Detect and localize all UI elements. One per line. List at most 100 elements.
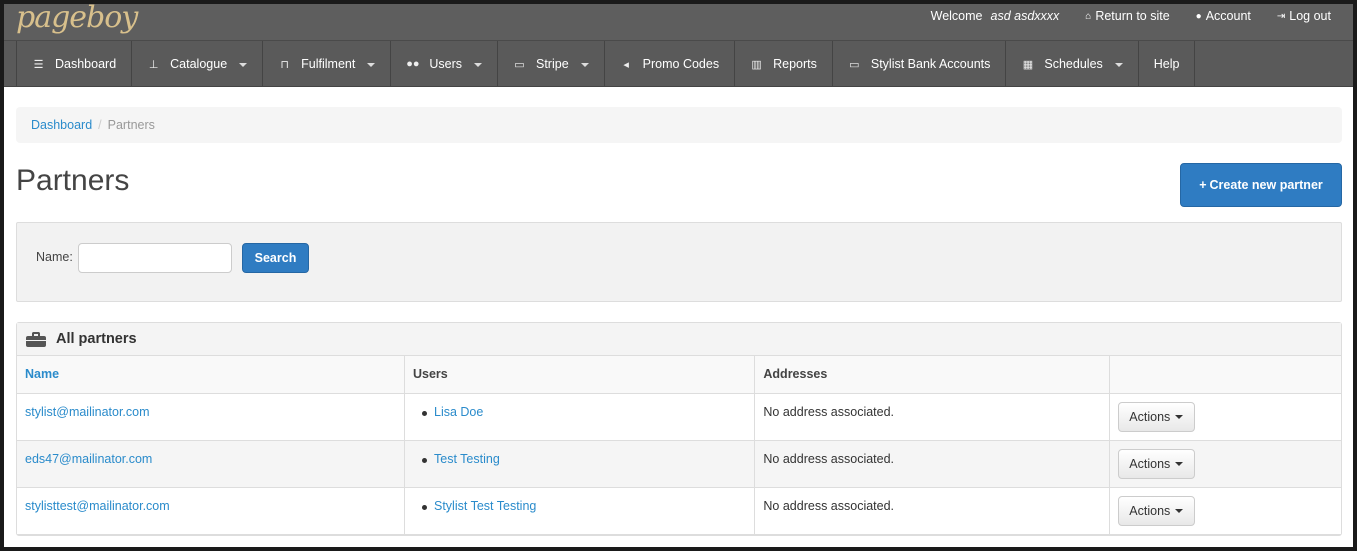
partner-name-link[interactable]: stylisttest@mailinator.com bbox=[25, 499, 170, 513]
logout-link[interactable]: ⇥ Log out bbox=[1277, 9, 1331, 23]
caret-down-icon bbox=[1175, 508, 1184, 513]
caret-down-icon bbox=[1175, 414, 1184, 419]
nav-item-stylist-bank-accounts[interactable]: ▭ Stylist Bank Accounts bbox=[833, 41, 1007, 87]
table-row: stylisttest@mailinator.com Stylist Test … bbox=[17, 487, 1341, 535]
users-list: Test Testing bbox=[413, 452, 746, 466]
partner-actions-cell: Actions bbox=[1109, 440, 1341, 488]
list-item: Test Testing bbox=[421, 452, 746, 466]
cart-icon: ⊓ bbox=[280, 58, 289, 71]
logout-icon: ⇥ bbox=[1276, 10, 1286, 22]
nav-label: Promo Codes bbox=[642, 57, 720, 71]
nav-item-users[interactable]: ●● Users bbox=[391, 41, 498, 87]
user-link[interactable]: Stylist Test Testing bbox=[434, 499, 536, 513]
nav-item-fulfilment[interactable]: ⊓ Fulfilment bbox=[263, 41, 392, 87]
partner-address-cell: No address associated. bbox=[754, 487, 1110, 535]
nav-label: Catalogue bbox=[170, 57, 228, 71]
users-list: Lisa Doe bbox=[413, 405, 746, 419]
top-bar: pageboy Welcome asd asdxxxx ⌂ Return to … bbox=[4, 4, 1353, 41]
nav-label: Stripe bbox=[536, 57, 569, 71]
all-partners-panel: All partners Name Users Addresses stylis… bbox=[16, 322, 1342, 536]
name-label: Name: bbox=[36, 250, 73, 264]
nav-item-stripe[interactable]: ▭ Stripe bbox=[498, 41, 605, 87]
partner-users-cell: Stylist Test Testing bbox=[404, 487, 756, 535]
nav-label: Fulfilment bbox=[301, 57, 356, 71]
nav-label: Help bbox=[1153, 57, 1180, 71]
create-button-label: Create new partner bbox=[1209, 178, 1323, 192]
partner-users-cell: Test Testing bbox=[404, 440, 756, 488]
actions-dropdown-button[interactable]: Actions bbox=[1117, 448, 1195, 479]
column-header-users: Users bbox=[404, 356, 756, 394]
actions-dropdown-button[interactable]: Actions bbox=[1117, 495, 1195, 526]
briefcase-icon bbox=[26, 331, 46, 347]
partner-name-cell: stylisttest@mailinator.com bbox=[17, 487, 405, 535]
browser-page: pageboy Welcome asd asdxxxx ⌂ Return to … bbox=[4, 4, 1353, 547]
welcome-prefix: Welcome bbox=[930, 9, 983, 23]
user-link[interactable]: Lisa Doe bbox=[434, 405, 483, 419]
return-to-site-label: Return to site bbox=[1095, 9, 1170, 23]
page-title: Partners bbox=[16, 164, 130, 197]
partner-actions-cell: Actions bbox=[1109, 487, 1341, 535]
calendar-icon: ▦ bbox=[1022, 58, 1034, 71]
table-row: eds47@mailinator.com Test Testing No add… bbox=[17, 440, 1341, 488]
breadcrumb-separator: / bbox=[98, 118, 102, 132]
sitemap-icon: ⊥ bbox=[148, 58, 159, 71]
actions-label: Actions bbox=[1129, 456, 1171, 471]
user-link[interactable]: Test Testing bbox=[434, 452, 500, 466]
nav-label: Users bbox=[429, 57, 462, 71]
pageboy-logo[interactable]: pageboy bbox=[16, 4, 138, 35]
actions-label: Actions bbox=[1129, 409, 1171, 424]
panel-heading: All partners bbox=[17, 323, 1341, 356]
column-header-addresses: Addresses bbox=[754, 356, 1110, 394]
nav-item-schedules[interactable]: ▦ Schedules bbox=[1006, 41, 1139, 87]
caret-down-icon bbox=[580, 63, 589, 67]
nav-item-catalogue[interactable]: ⊥ Catalogue bbox=[132, 41, 264, 87]
partner-name-link[interactable]: stylist@mailinator.com bbox=[25, 405, 150, 419]
bullhorn-icon: ◂ bbox=[623, 58, 629, 71]
caret-down-icon bbox=[1114, 63, 1123, 67]
return-to-site-link[interactable]: ⌂ Return to site bbox=[1085, 9, 1169, 23]
logout-label: Log out bbox=[1289, 9, 1331, 23]
partner-name-cell: stylist@mailinator.com bbox=[17, 393, 405, 441]
main-navbar: ☰ Dashboard ⊥ Catalogue ⊓ Fulfilment ●● … bbox=[4, 41, 1353, 87]
nav-item-dashboard[interactable]: ☰ Dashboard bbox=[17, 41, 133, 87]
partner-users-cell: Lisa Doe bbox=[404, 393, 756, 441]
nav-menu: ☰ Dashboard ⊥ Catalogue ⊓ Fulfilment ●● … bbox=[16, 41, 1196, 87]
partner-address-cell: No address associated. bbox=[754, 393, 1110, 441]
partners-table: Name Users Addresses stylist@mailinator.… bbox=[17, 356, 1341, 535]
top-links: Welcome asd asdxxxx ⌂ Return to site ● A… bbox=[931, 9, 1331, 23]
partner-actions-cell: Actions bbox=[1109, 393, 1341, 441]
users-icon: ●● bbox=[406, 58, 420, 70]
breadcrumb-current: Partners bbox=[107, 118, 155, 132]
nav-item-promo-codes[interactable]: ◂ Promo Codes bbox=[605, 41, 736, 87]
actions-label: Actions bbox=[1129, 503, 1171, 518]
list-item: Stylist Test Testing bbox=[421, 499, 746, 513]
user-icon: ● bbox=[1195, 10, 1202, 22]
nav-item-help[interactable]: Help bbox=[1139, 41, 1196, 87]
nav-label: Reports bbox=[773, 57, 817, 71]
table-header-row: Name Users Addresses bbox=[17, 356, 1341, 394]
search-panel: Name: Search bbox=[16, 222, 1342, 302]
breadcrumb-dashboard-link[interactable]: Dashboard bbox=[31, 118, 92, 132]
welcome-text: Welcome asd asdxxxx bbox=[931, 9, 1060, 23]
column-header-name[interactable]: Name bbox=[17, 356, 405, 394]
home-icon: ⌂ bbox=[1085, 10, 1092, 22]
nav-item-reports[interactable]: ▥ Reports bbox=[735, 41, 833, 87]
list-item: Lisa Doe bbox=[421, 405, 746, 419]
actions-dropdown-button[interactable]: Actions bbox=[1117, 401, 1195, 432]
search-button[interactable]: Search bbox=[242, 243, 309, 273]
username: asd asdxxxx bbox=[990, 9, 1060, 23]
column-header-actions bbox=[1109, 356, 1341, 394]
bar-chart-icon: ▥ bbox=[751, 58, 762, 71]
create-new-partner-button[interactable]: + Create new partner bbox=[1180, 163, 1342, 207]
nav-label: Dashboard bbox=[55, 57, 117, 71]
account-link[interactable]: ● Account bbox=[1196, 9, 1251, 23]
partner-address-cell: No address associated. bbox=[754, 440, 1110, 488]
credit-card-icon: ▭ bbox=[514, 58, 525, 71]
table-row: stylist@mailinator.com Lisa Doe No addre… bbox=[17, 393, 1341, 441]
caret-down-icon bbox=[1175, 461, 1184, 466]
nav-label: Schedules bbox=[1044, 57, 1103, 71]
breadcrumb: Dashboard / Partners bbox=[16, 107, 1342, 143]
partner-name-link[interactable]: eds47@mailinator.com bbox=[25, 452, 152, 466]
name-search-input[interactable] bbox=[78, 243, 232, 273]
caret-down-icon bbox=[239, 63, 248, 67]
